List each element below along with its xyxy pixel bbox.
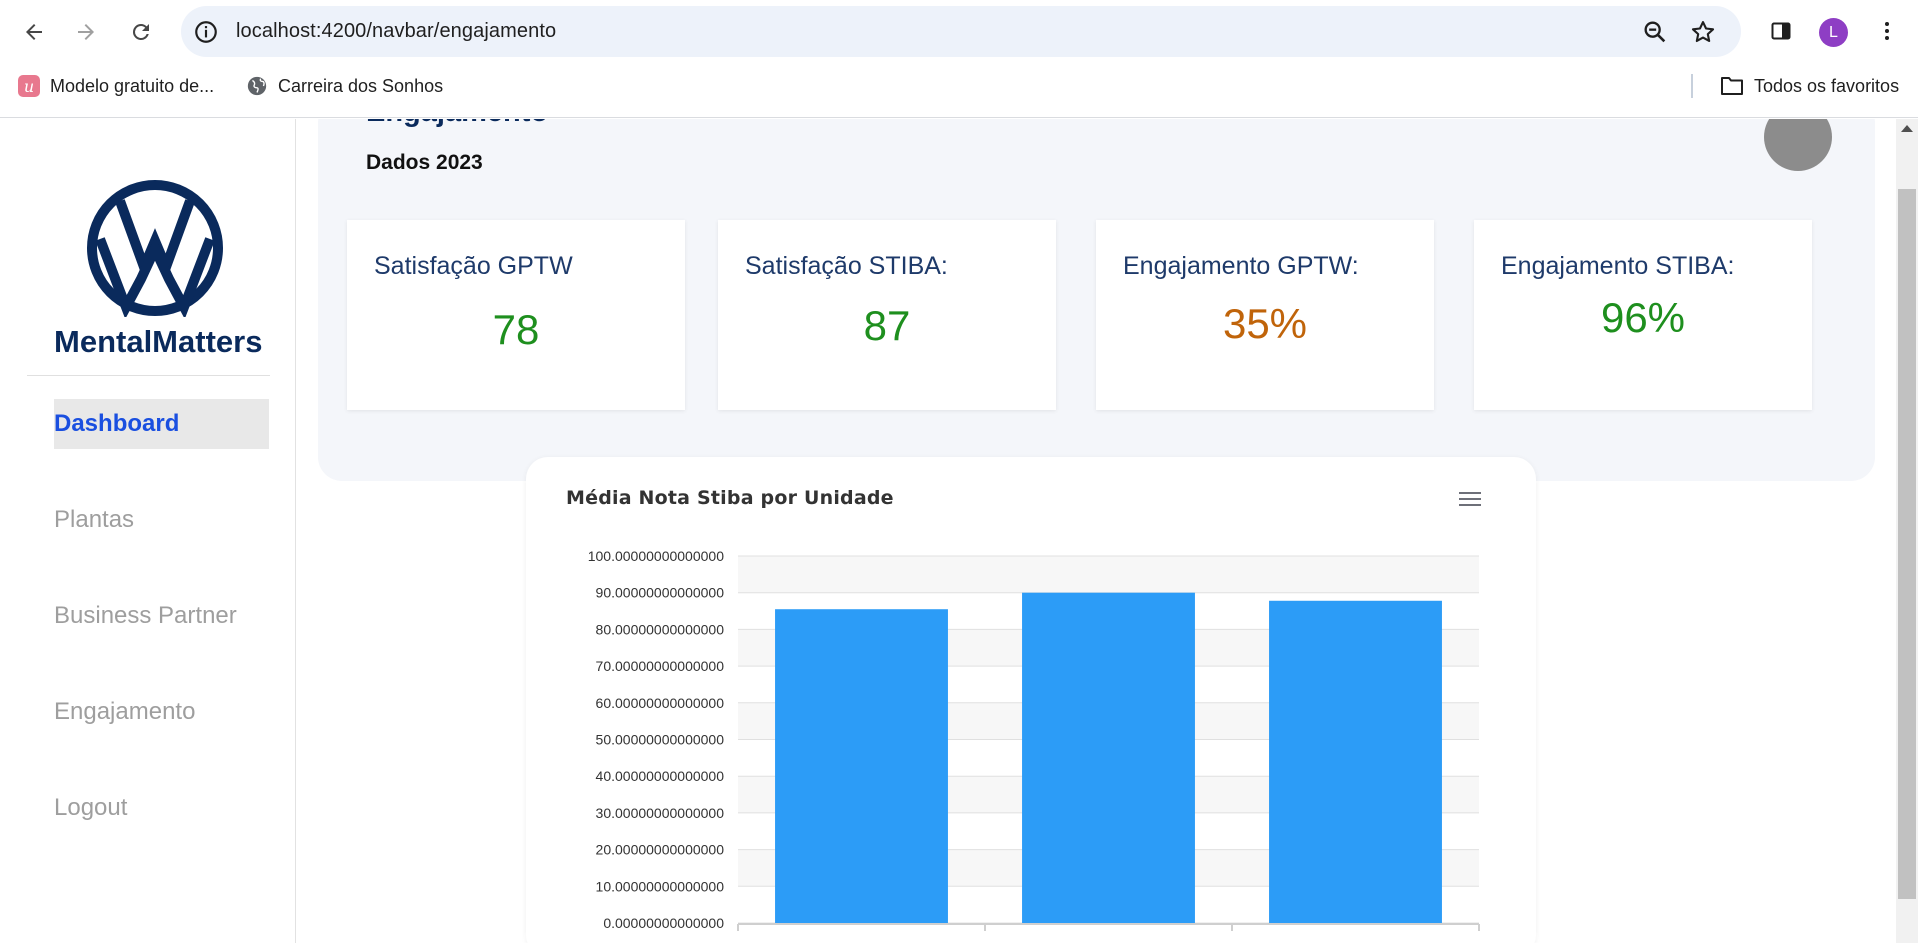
profile-avatar[interactable]: L — [1819, 18, 1848, 47]
address-bar[interactable]: localhost:4200/navbar/engajamento — [181, 6, 1741, 57]
side-panel-icon[interactable] — [1764, 14, 1798, 48]
zoom-icon[interactable] — [1641, 18, 1669, 46]
chart-hamburger-menu-icon[interactable] — [1458, 489, 1482, 509]
stat-card-satisfacao-stiba: Satisfação STIBA: 87 — [718, 220, 1056, 410]
stat-label: Satisfação GPTW — [374, 252, 573, 280]
sidebar: MentalMatters Dashboard Plantas Business… — [0, 119, 296, 943]
sidebar-item-engajamento[interactable]: Engajamento — [54, 687, 269, 737]
stat-value: 78 — [492, 306, 540, 353]
stat-card-engajamento-gptw: Engajamento GPTW: 35% — [1096, 220, 1434, 410]
chart-card: 0.00000000000000 10.00000000000000 20.0000… — [526, 457, 1536, 943]
main-content: Engajamento Dados 2023 Satisfação GPTW 7… — [296, 119, 1896, 943]
chart-title: Média Nota Stiba por Unidade — [566, 487, 894, 509]
bookmark-modelo[interactable]: u Modelo gratuito de... — [18, 74, 214, 98]
all-bookmarks-label: Todos os favoritos — [1754, 75, 1900, 96]
profile-picture[interactable] — [1764, 119, 1832, 171]
y-tick-label: 90.00000000000000 — [596, 585, 725, 601]
y-tick-label: 70.00000000000000 — [596, 658, 725, 674]
scroll-up-arrow-icon[interactable] — [1901, 125, 1913, 132]
sidebar-item-business-partner[interactable]: Business Partner — [54, 591, 269, 641]
stat-label: Satisfação STIBA: — [745, 252, 948, 280]
bookmark-separator — [1691, 74, 1693, 98]
y-tick-label: 30.00000000000000 — [596, 805, 725, 821]
y-tick-label: 10.00000000000000 — [596, 878, 725, 894]
stat-card-satisfacao-gptw: Satisfação GPTW 78 — [347, 220, 685, 410]
sidebar-item-dashboard[interactable]: Dashboard — [54, 399, 269, 449]
grid-band — [738, 556, 1479, 593]
stats-panel: Engajamento Dados 2023 Satisfação GPTW 7… — [318, 119, 1875, 481]
u-app-icon: u — [18, 75, 40, 97]
bookmark-label: Modelo gratuito de... — [50, 75, 215, 96]
browser-chrome: localhost:4200/navbar/engajamento L u Mo… — [0, 0, 1918, 118]
all-bookmarks[interactable]: Todos os favoritos — [1720, 74, 1899, 98]
stat-label: Engajamento GPTW: — [1123, 252, 1359, 280]
vw-logo — [87, 180, 223, 317]
stat-value: 35% — [1222, 300, 1308, 347]
y-tick-label: 0.00000000000000 — [603, 915, 724, 931]
kebab-menu-icon[interactable] — [1870, 14, 1904, 48]
reload-button[interactable] — [121, 12, 161, 52]
bar-chart: 0.00000000000000 10.00000000000000 20.0000… — [588, 548, 1480, 943]
folder-icon — [1720, 75, 1744, 97]
page-scrollbar[interactable] — [1896, 119, 1918, 943]
url-text[interactable]: localhost:4200/navbar/engajamento — [236, 20, 556, 43]
svg-text:u: u — [24, 77, 34, 96]
bar-anc — [775, 609, 948, 923]
stat-value: 87 — [863, 302, 911, 349]
stat-label: Engajamento STIBA: — [1501, 252, 1735, 280]
bar-sca — [1022, 592, 1195, 923]
globe-icon — [246, 75, 268, 97]
page-subtitle: Dados 2023 — [366, 151, 483, 174]
sidebar-item-label: Logout — [54, 794, 128, 821]
bookmark-label: Carreira dos Sonhos — [278, 75, 444, 96]
y-tick-label: 100.00000000000000 — [588, 548, 724, 564]
bookmark-carreira[interactable]: Carreira dos Sonhos — [246, 74, 443, 98]
site-info-icon[interactable] — [193, 19, 219, 45]
divider — [27, 375, 270, 376]
back-arrow-icon — [26, 24, 42, 40]
y-tick-label: 40.00000000000000 — [596, 768, 725, 784]
stat-value: 96% — [1600, 294, 1686, 341]
sidebar-item-label: Plantas — [54, 506, 135, 533]
bookmark-star-icon[interactable] — [1689, 18, 1717, 46]
stat-card-engajamento-stiba: Engajamento STIBA: 96% — [1474, 220, 1812, 410]
back-button[interactable] — [14, 12, 54, 52]
page-title: Engajamento — [366, 119, 548, 129]
y-tick-label: 60.00000000000000 — [596, 695, 725, 711]
y-tick-label: 80.00000000000000 — [596, 621, 725, 637]
forward-button[interactable] — [66, 12, 106, 52]
sidebar-item-label: Business Partner — [54, 602, 237, 629]
reload-icon — [132, 23, 149, 40]
scroll-thumb[interactable] — [1898, 189, 1916, 899]
sidebar-item-label: Dashboard — [54, 410, 180, 437]
sidebar-item-logout[interactable]: Logout — [54, 783, 269, 833]
sidebar-item-label: Engajamento — [54, 698, 196, 725]
sidebar-item-plantas[interactable]: Plantas — [54, 495, 269, 545]
forward-arrow-icon — [78, 24, 94, 40]
brand-name: MentalMatters — [54, 324, 263, 359]
app-viewport: MentalMatters Dashboard Plantas Business… — [0, 119, 1896, 943]
bar-tau — [1269, 600, 1442, 923]
y-tick-label: 50.00000000000000 — [596, 732, 725, 748]
y-tick-label: 20.00000000000000 — [596, 842, 725, 858]
